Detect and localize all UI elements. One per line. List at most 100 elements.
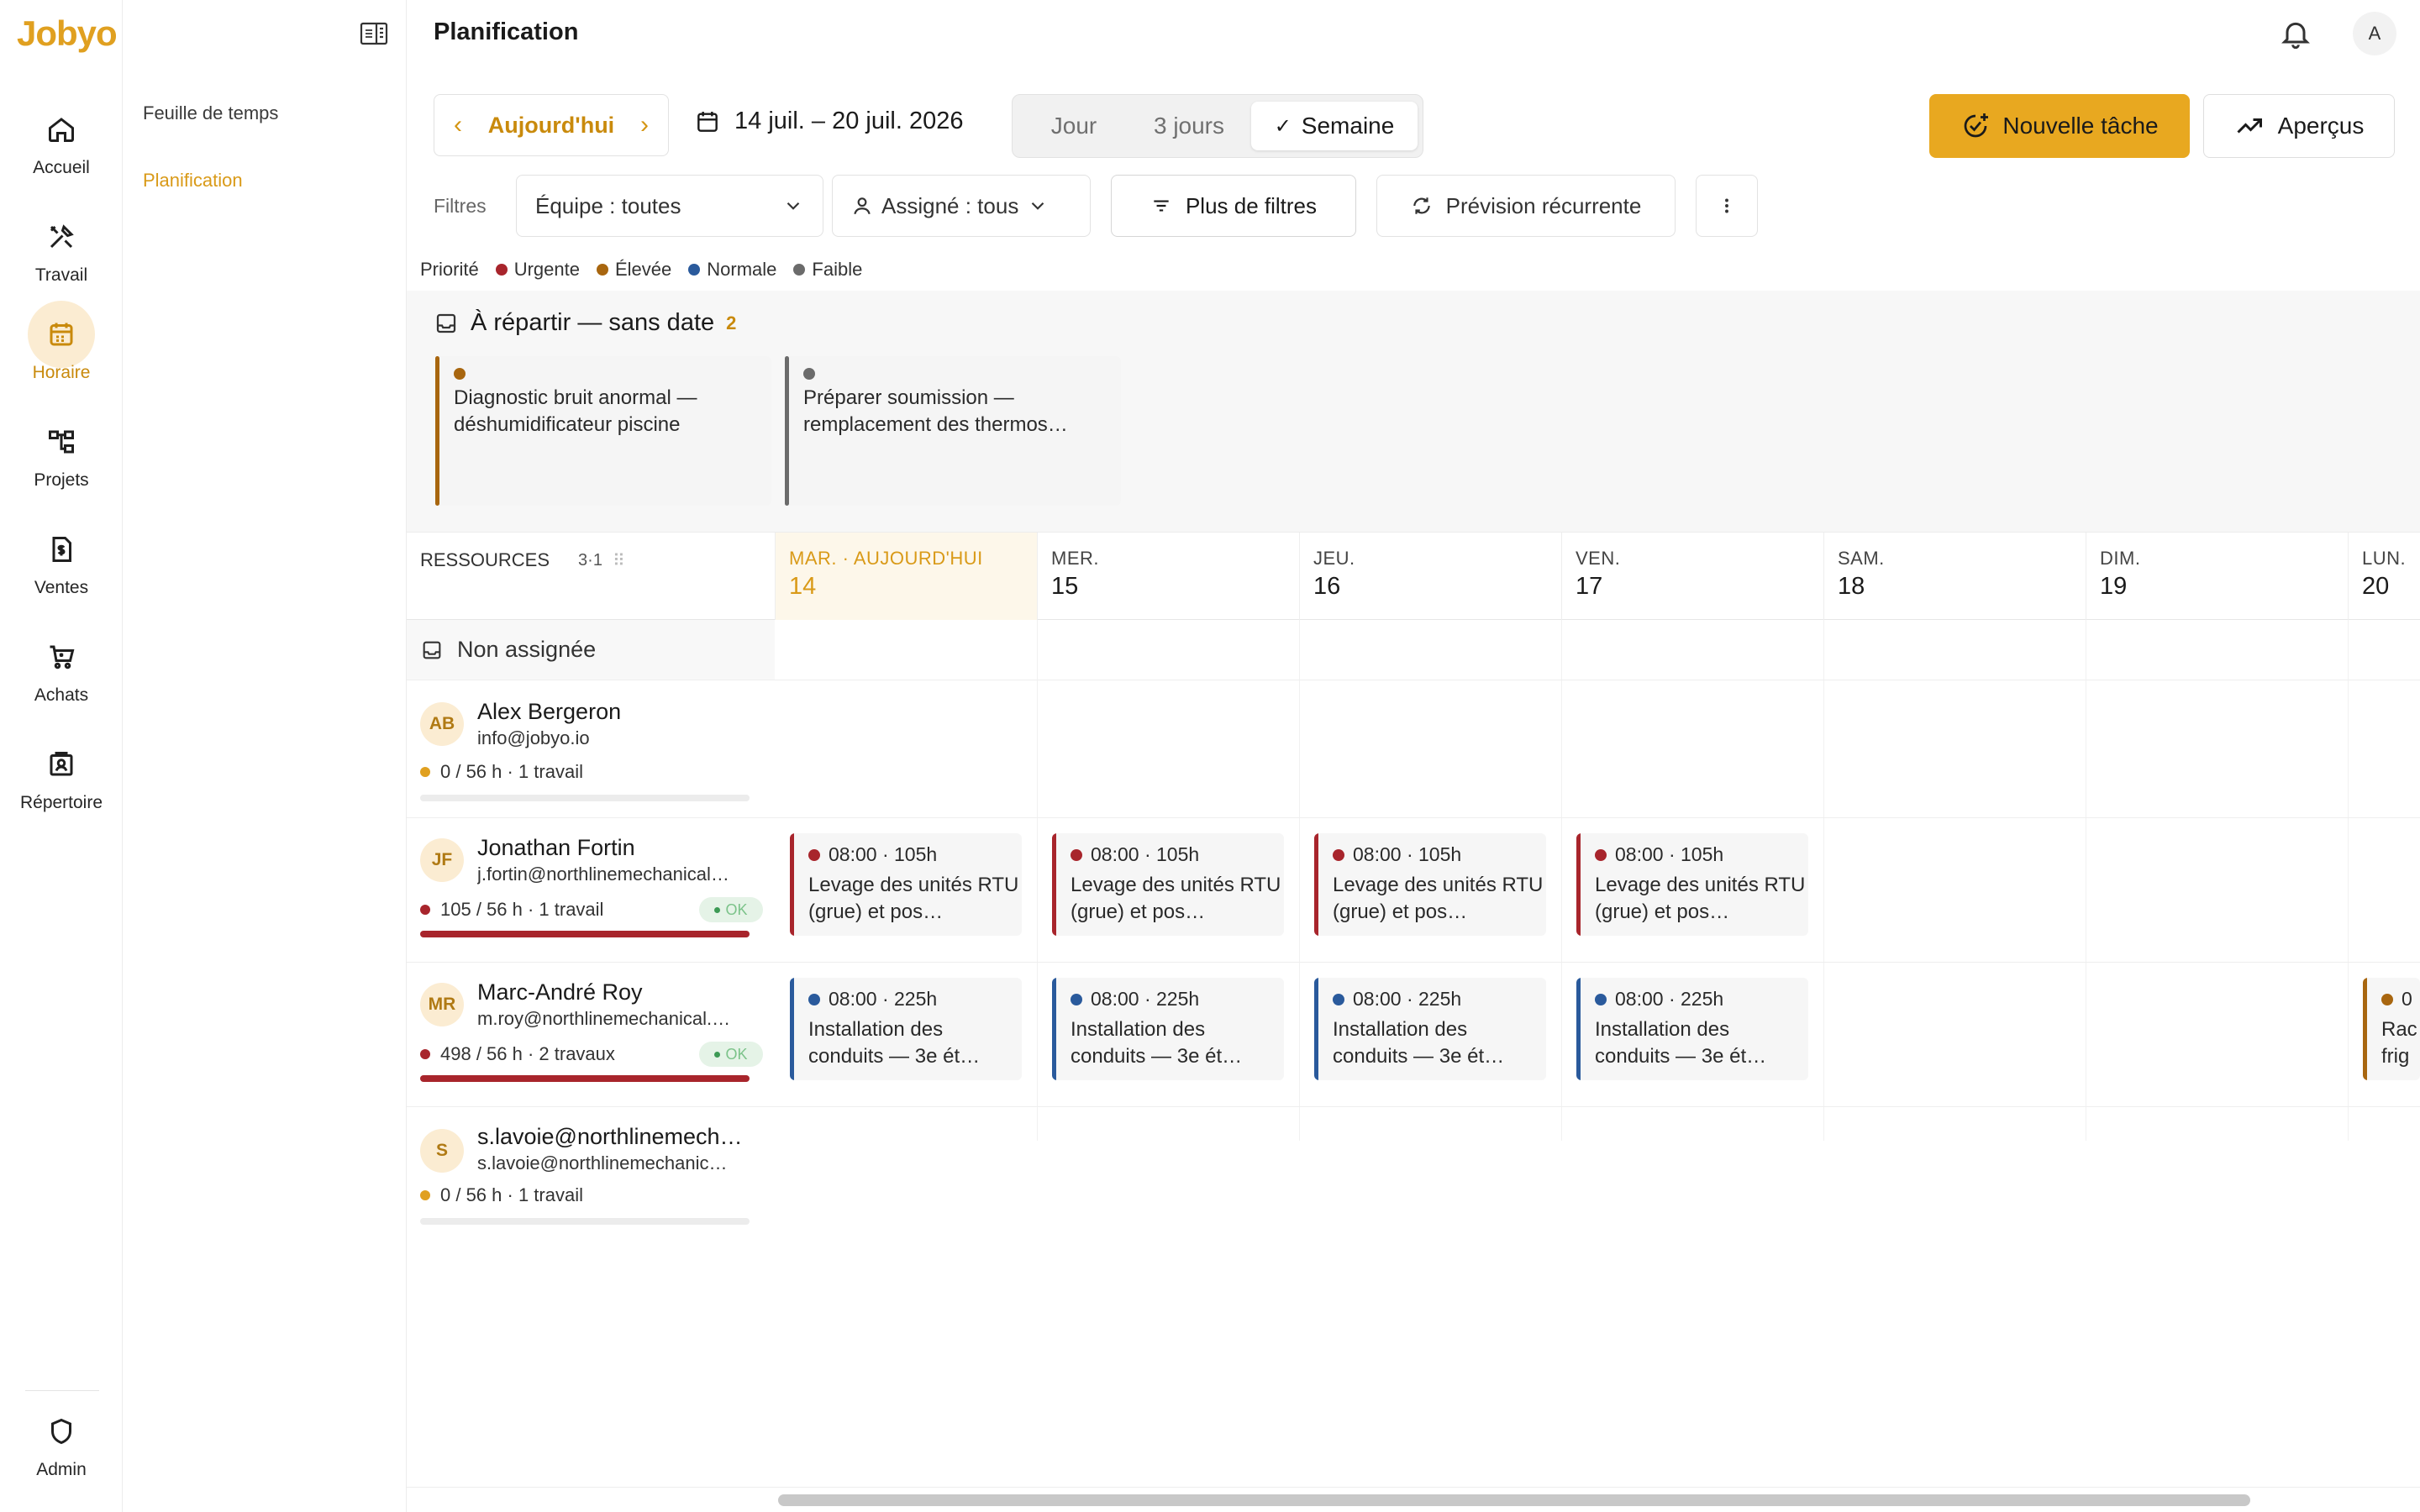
grid-line: [1561, 1107, 1562, 1141]
task-card[interactable]: 08:00 · 105h Levage des unités RTU (grue…: [1576, 833, 1808, 936]
priority-dot: [1333, 993, 1344, 1005]
resource-cell[interactable]: S s.lavoie@northlinemech… s.lavoie@north…: [407, 1107, 775, 1248]
grid-line: [1037, 680, 1038, 817]
task-card[interactable]: 08:00 · 225h Installation des conduits —…: [790, 978, 1022, 1080]
task-card[interactable]: 08:00 · 225h Installation des conduits —…: [1314, 978, 1546, 1080]
avatar: S: [420, 1129, 464, 1173]
view-jour-button[interactable]: Jour: [1019, 102, 1128, 150]
day-header-fri[interactable]: VEN. 17: [1561, 533, 1823, 620]
rail-divider: [25, 1390, 99, 1391]
resource-load-text: 105 / 56 h · 1 travail: [440, 899, 604, 920]
priority-urgente-label: Urgente: [513, 259, 580, 280]
drag-handle-icon[interactable]: ⠿: [613, 550, 625, 571]
resources-label: RESSOURCES: [420, 549, 550, 570]
day-header-tue[interactable]: MAR. · AUJOURD'HUI 14: [775, 533, 1037, 620]
team-filter-select[interactable]: Équipe : toutes: [516, 175, 823, 237]
rail-item-ventes[interactable]: Ventes: [0, 516, 123, 598]
resource-cell[interactable]: JF Jonathan Fortin j.fortin@northlinemec…: [407, 818, 775, 962]
day-number: 18: [1838, 573, 1865, 600]
load-dot: [420, 1049, 430, 1059]
status-badge: OK: [699, 1042, 763, 1067]
task-card[interactable]: 0 Rac frig: [2363, 978, 2420, 1080]
resource-name: Marc-André Roy: [477, 979, 643, 1005]
assignee-filter-select[interactable]: Assigné : tous: [832, 175, 1091, 237]
subnav-item-planification[interactable]: Planification: [143, 170, 243, 192]
collapse-sidebar-icon[interactable]: [360, 20, 388, 47]
resource-name: Jonathan Fortin: [477, 835, 635, 860]
task-time-text: 08:00 · 225h: [1353, 988, 1462, 1010]
task-card[interactable]: 08:00 · 225h Installation des conduits —…: [1052, 978, 1284, 1080]
more-filters-button[interactable]: Plus de filtres: [1111, 175, 1356, 237]
previous-chevron-icon[interactable]: ‹: [446, 111, 470, 139]
grid-line: [2348, 620, 2349, 680]
backlog-card[interactable]: Préparer soumission — remplacement des t…: [785, 356, 1121, 506]
assignee-filter-value: Assigné : tous: [881, 192, 1019, 218]
avatar: AB: [420, 702, 464, 746]
new-task-button[interactable]: Nouvelle tâche: [1929, 94, 2190, 158]
rail-item-admin[interactable]: Admin: [0, 1398, 123, 1480]
resource-email: j.fortin@northlinemechanical…: [477, 864, 729, 885]
main-content: Planification A ‹ Aujourd'hui › 14 juil.…: [407, 0, 2420, 1512]
calendar-icon: [697, 111, 718, 132]
next-chevron-icon[interactable]: ›: [633, 111, 656, 139]
subnav-item-feuille-de-temps[interactable]: Feuille de temps: [143, 102, 278, 124]
task-title: Levage des unités RTU (grue) et pos…: [808, 874, 1019, 923]
day-name: VEN.: [1576, 548, 1621, 569]
task-time-text: 08:00 · 225h: [1091, 988, 1200, 1010]
day-header-mon[interactable]: LUN. 20: [2348, 533, 2420, 620]
notifications-bell-icon[interactable]: [2279, 17, 2312, 50]
priority-normale-label: Normale: [707, 259, 777, 280]
more-options-button[interactable]: [1696, 175, 1758, 237]
grid-line: [1299, 680, 1300, 817]
task-card[interactable]: 08:00 · 105h Levage des unités RTU (grue…: [1052, 833, 1284, 936]
today-button[interactable]: Aujourd'hui: [488, 113, 614, 139]
task-card[interactable]: 08:00 · 225h Installation des conduits —…: [1576, 978, 1808, 1080]
rail-item-horaire[interactable]: Horaire: [0, 301, 123, 383]
task-title: Levage des unités RTU (grue) et pos…: [1333, 874, 1544, 923]
grid-line: [1823, 1107, 1824, 1141]
brand-logo[interactable]: Jobyo: [17, 13, 118, 54]
backlog-card-title: Préparer soumission — remplacement des t…: [803, 386, 1068, 436]
grid-line: [2348, 963, 2349, 1106]
task-time: 0: [2381, 988, 2412, 1011]
date-range-picker[interactable]: 14 juil. – 20 juil. 2026: [694, 108, 963, 135]
grid-line: [2348, 680, 2349, 817]
day-header-sun[interactable]: DIM. 19: [2086, 533, 2348, 620]
overview-button[interactable]: Aperçus: [2203, 94, 2395, 158]
priority-bar: [1052, 978, 1056, 1080]
resources-count: 3·1: [578, 550, 602, 570]
grid-line: [1823, 620, 1824, 680]
day-header-thu[interactable]: JEU. 16: [1299, 533, 1561, 620]
rail-item-travail[interactable]: Travail: [0, 203, 123, 286]
task-card[interactable]: 08:00 · 105h Levage des unités RTU (grue…: [1314, 833, 1546, 936]
rail-item-projets[interactable]: Projets: [0, 408, 123, 491]
priority-dot: [495, 264, 508, 276]
backlog-title: À répartir — sans date: [471, 309, 715, 336]
view-3-jours-button[interactable]: 3 jours: [1130, 102, 1248, 150]
resource-cell[interactable]: MR Marc-André Roy m.roy@northlinemechani…: [407, 963, 775, 1106]
rail-item-achats[interactable]: Achats: [0, 623, 123, 706]
user-avatar[interactable]: A: [2353, 12, 2396, 55]
filter-icon: [1154, 200, 1169, 212]
rail-item-accueil[interactable]: Accueil: [0, 96, 123, 178]
resource-cell[interactable]: AB Alex Bergeron info@jobyo.io 0 / 56 h …: [407, 680, 775, 817]
backlog-card[interactable]: Diagnostic bruit anormal — déshumidifica…: [435, 356, 771, 506]
grid-line: [1299, 620, 1300, 680]
icon-rail: Jobyo Accueil Travail Horaire Projets Ve…: [0, 0, 123, 1512]
priority-dot: [454, 368, 466, 380]
refresh-icon: [1413, 197, 1430, 214]
day-header-wed[interactable]: MER. 15: [1037, 533, 1299, 620]
horizontal-scrollbar[interactable]: [778, 1494, 2250, 1506]
recurring-forecast-button[interactable]: Prévision récurrente: [1376, 175, 1676, 237]
task-time-text: 08:00 · 225h: [1615, 988, 1724, 1010]
overview-label: Aperçus: [2277, 113, 2365, 139]
load-dot: [420, 767, 430, 777]
day-header-sat[interactable]: SAM. 18: [1823, 533, 2086, 620]
rail-item-repertoire[interactable]: Répertoire: [0, 731, 123, 813]
resource-name: Alex Bergeron: [477, 699, 622, 724]
task-title: Levage des unités RTU (grue) et pos…: [1071, 874, 1281, 923]
view-semaine-button[interactable]: ✓ Semaine: [1251, 102, 1418, 150]
rail-label: Projets: [34, 470, 89, 490]
rail-label: Répertoire: [19, 793, 103, 812]
task-card[interactable]: 08:00 · 105h Levage des unités RTU (grue…: [790, 833, 1022, 936]
